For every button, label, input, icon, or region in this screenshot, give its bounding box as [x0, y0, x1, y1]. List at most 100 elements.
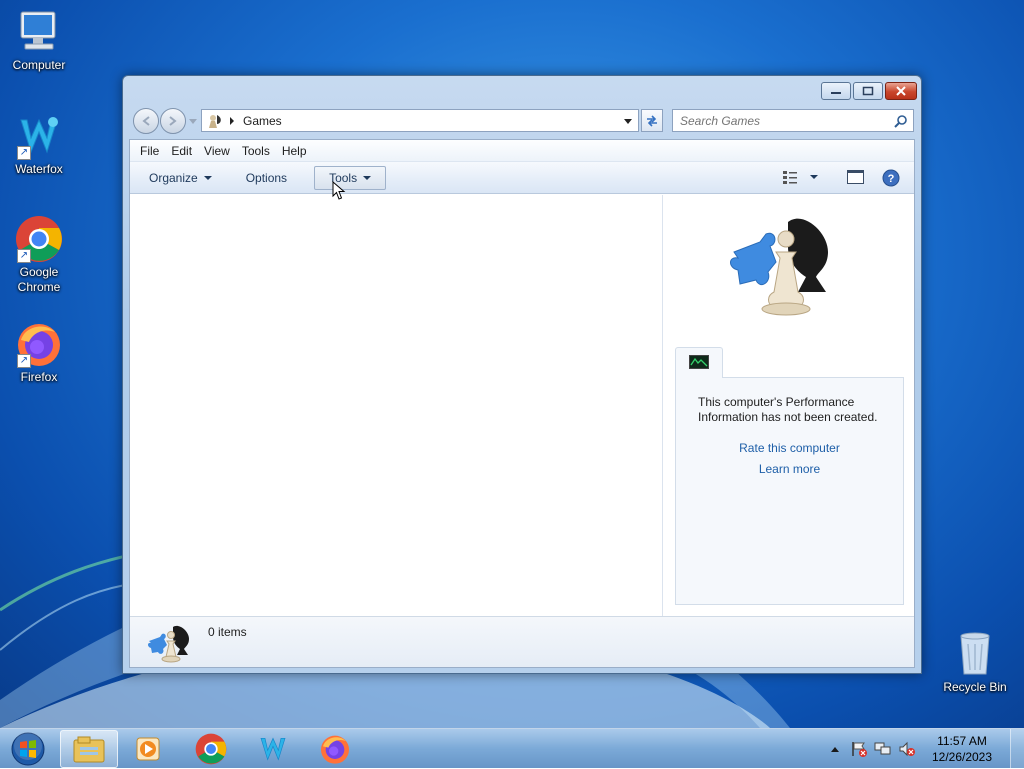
command-bar: Organize Options Tools ?: [130, 162, 914, 194]
games-explorer-window: Games File Edit View: [122, 75, 922, 674]
folder-icon: [73, 736, 105, 763]
windows-start-orb-icon: [11, 732, 45, 766]
desktop-icon-chrome[interactable]: ↗ Google Chrome: [1, 215, 77, 295]
waterfox-icon: [260, 737, 286, 761]
address-bar[interactable]: Games: [201, 109, 639, 132]
shortcut-arrow-icon: ↗: [17, 354, 31, 368]
desktop-icon-label: Google Chrome: [17, 265, 61, 294]
minimize-button[interactable]: [821, 82, 851, 100]
games-explorer-logo-icon: [730, 218, 828, 316]
mouse-cursor-icon: [332, 181, 346, 200]
organize-label: Organize: [149, 170, 198, 185]
performance-monitor-icon: [689, 355, 709, 369]
system-tray: 11:57 AM 12/26/2023: [830, 729, 1024, 769]
learn-more-link[interactable]: Learn more: [676, 462, 903, 476]
navigation-buttons: [131, 108, 201, 134]
search-icon[interactable]: [894, 114, 908, 128]
performance-info-panel: This computer's Performance Information …: [675, 377, 904, 605]
show-hidden-icons-chevron-icon[interactable]: [830, 745, 840, 753]
maximize-button[interactable]: [853, 82, 883, 100]
organize-button[interactable]: Organize: [138, 166, 223, 190]
maximize-icon: [862, 86, 874, 96]
close-button[interactable]: [885, 82, 917, 100]
computer-icon: [15, 8, 63, 56]
recycle-bin-icon: [951, 630, 999, 678]
chevron-down-icon: [203, 175, 212, 180]
back-button[interactable]: [133, 108, 159, 134]
desktop: Computer ↗ Waterfox ↗ Google Chrome ↗ Fi…: [0, 0, 1024, 728]
desktop-icon-waterfox[interactable]: ↗ Waterfox: [1, 112, 77, 177]
performance-tab[interactable]: [675, 347, 723, 378]
back-arrow-icon: [142, 116, 150, 126]
firefox-icon: ↗: [15, 320, 63, 368]
svg-text:?: ?: [888, 173, 895, 185]
close-icon: [896, 86, 906, 96]
network-icon[interactable]: [874, 741, 892, 757]
taskbar-waterfox[interactable]: [244, 730, 302, 768]
taskbar-windows-media-player[interactable]: [120, 730, 178, 768]
show-desktop-button[interactable]: [1010, 729, 1024, 769]
shortcut-arrow-icon: ↗: [17, 249, 31, 263]
item-count: 0 items: [208, 625, 247, 639]
address-location[interactable]: Games: [243, 114, 282, 128]
help-button[interactable]: ?: [882, 169, 900, 190]
options-button[interactable]: Options: [235, 166, 298, 190]
refresh-icon: [647, 114, 657, 127]
view-options-icon: [783, 171, 797, 184]
chevron-down-icon: [363, 175, 372, 180]
refresh-button[interactable]: [641, 109, 663, 132]
taskbar: 11:57 AM 12/26/2023: [0, 728, 1024, 769]
desktop-icon-label: Waterfox: [15, 162, 63, 176]
menu-tools[interactable]: Tools: [236, 144, 276, 158]
chrome-icon: ↗: [15, 215, 63, 263]
caption-buttons: [821, 82, 917, 100]
chevron-down-icon[interactable]: [810, 175, 818, 179]
taskbar-clock[interactable]: 11:57 AM 12/26/2023: [924, 733, 1000, 765]
clock-date: 12/26/2023: [931, 750, 993, 764]
taskbar-firefox[interactable]: [306, 730, 364, 768]
tools-button[interactable]: Tools: [314, 165, 387, 190]
address-row: Games: [131, 108, 915, 134]
menu-bar: File Edit View Tools Help: [130, 140, 914, 162]
recent-pages-chevron-icon[interactable]: [189, 119, 197, 125]
waterfox-icon: ↗: [15, 112, 63, 160]
change-view-button[interactable]: [782, 169, 818, 185]
help-icon: ?: [882, 169, 900, 187]
volume-muted-icon[interactable]: [898, 741, 916, 757]
forward-button[interactable]: [160, 108, 186, 134]
desktop-icon-firefox[interactable]: ↗ Firefox: [1, 320, 77, 385]
media-player-icon: [136, 737, 160, 761]
performance-message: This computer's Performance Information …: [698, 395, 878, 424]
desktop-icon-label: Computer: [12, 58, 66, 72]
start-button[interactable]: [2, 730, 54, 768]
preview-pane-icon: [847, 170, 864, 184]
explorer-body: File Edit View Tools Help Organize Optio…: [129, 139, 915, 668]
taskbar-google-chrome[interactable]: [182, 730, 240, 768]
desktop-icon-recycle-bin[interactable]: Recycle Bin: [937, 630, 1013, 695]
file-list-area[interactable]: [130, 195, 662, 616]
options-label: Options: [245, 170, 288, 185]
menu-help[interactable]: Help: [276, 144, 313, 158]
menu-view[interactable]: View: [198, 144, 236, 158]
search-input[interactable]: [673, 112, 894, 129]
rate-this-computer-link[interactable]: Rate this computer: [676, 441, 903, 455]
games-icon: [148, 625, 189, 663]
menu-file[interactable]: File: [134, 144, 165, 158]
games-icon: [209, 114, 221, 128]
breadcrumb-separator-icon[interactable]: [228, 116, 236, 125]
desktop-icon-label: Firefox: [20, 370, 58, 384]
action-center-flag-icon[interactable]: [850, 741, 868, 757]
address-dropdown-icon[interactable]: [623, 117, 633, 125]
desktop-icon-computer[interactable]: Computer: [1, 8, 77, 73]
preview-pane-button[interactable]: [847, 170, 864, 187]
games-side-pane: This computer's Performance Information …: [662, 195, 914, 616]
chrome-icon: [195, 733, 227, 765]
taskbar-windows-explorer[interactable]: [60, 730, 118, 768]
details-pane: 0 items: [130, 616, 914, 667]
menu-edit[interactable]: Edit: [165, 144, 198, 158]
search-box[interactable]: [672, 109, 914, 132]
desktop-icon-label: Recycle Bin: [943, 680, 1007, 694]
firefox-icon: [321, 735, 349, 764]
forward-arrow-icon: [169, 116, 177, 126]
clock-time: 11:57 AM: [937, 734, 987, 748]
